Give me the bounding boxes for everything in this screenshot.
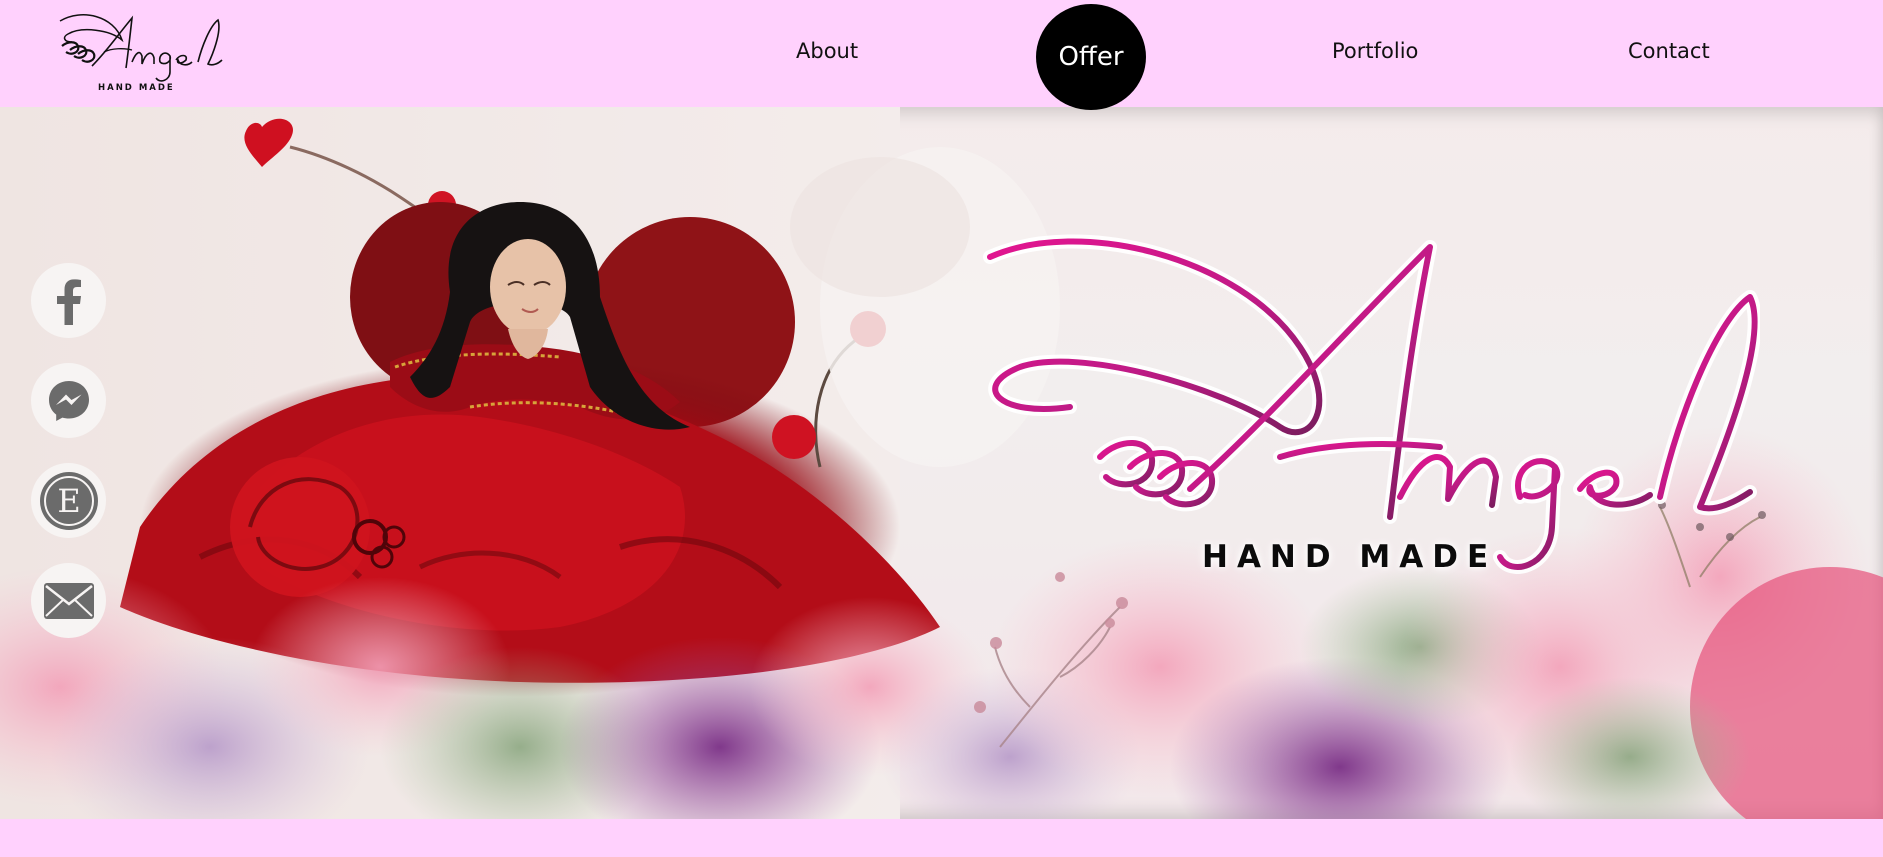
mail-icon — [43, 582, 94, 619]
hero-logo-script — [983, 234, 1760, 574]
logo-subtext-icon: HAND MADE — [98, 83, 175, 93]
messenger-icon — [48, 380, 89, 421]
facebook-icon — [56, 278, 81, 325]
etsy-link[interactable]: E — [31, 463, 106, 538]
nav-offer[interactable]: Offer — [1036, 4, 1146, 110]
brand-logo[interactable]: HAND MADE — [52, 6, 227, 96]
page-bottom-strip — [0, 819, 1883, 857]
site-navbar: HAND MADE About Offer Portfolio Contact — [0, 0, 1883, 110]
etsy-letter-icon: E — [57, 482, 80, 520]
email-link[interactable] — [31, 563, 106, 638]
messenger-link[interactable] — [31, 363, 106, 438]
etsy-icon: E — [39, 471, 98, 530]
hero-tagline: HAND MADE — [1202, 539, 1498, 575]
nav-about[interactable]: About — [796, 39, 858, 63]
hero-banner: HAND MADE — [0, 107, 1883, 819]
nav-portfolio[interactable]: Portfolio — [1332, 39, 1418, 63]
facebook-link[interactable] — [31, 263, 106, 338]
nav-contact[interactable]: Contact — [1628, 39, 1710, 63]
